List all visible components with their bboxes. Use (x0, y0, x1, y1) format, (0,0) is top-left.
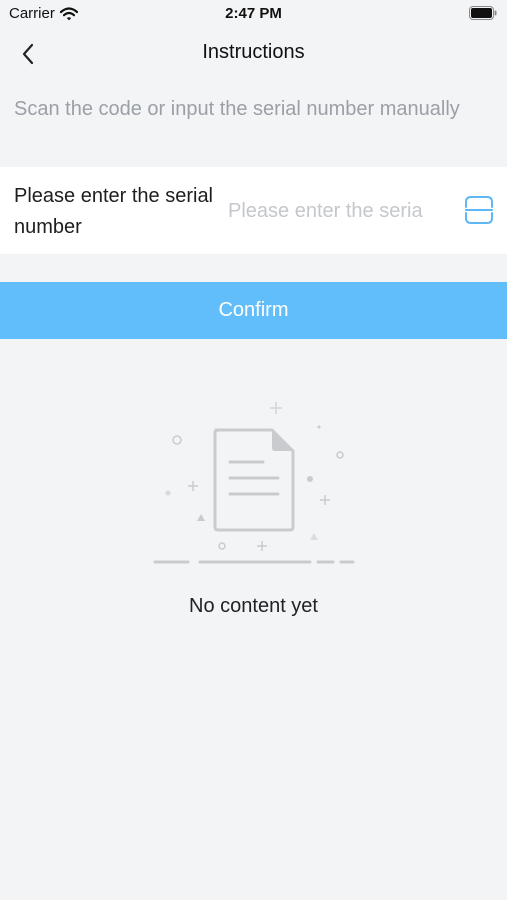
status-bar: Carrier 2:47 PM (0, 0, 507, 28)
serial-number-input[interactable] (228, 195, 454, 227)
page-title: Instructions (202, 41, 305, 63)
confirm-button[interactable]: Confirm (0, 282, 507, 339)
nav-bar: Instructions (0, 28, 507, 80)
instruction-hint: Scan the code or input the serial number… (14, 98, 460, 120)
empty-state-text: No content yet (189, 595, 318, 617)
serial-number-label: Please enter the serial number (14, 185, 214, 238)
battery-icon (469, 6, 497, 20)
status-time: 2:47 PM (225, 5, 282, 22)
empty-document-icon (153, 402, 355, 564)
serial-number-row: Please enter the serial number (0, 167, 507, 254)
scan-button[interactable] (462, 193, 496, 227)
scan-icon (465, 196, 493, 224)
